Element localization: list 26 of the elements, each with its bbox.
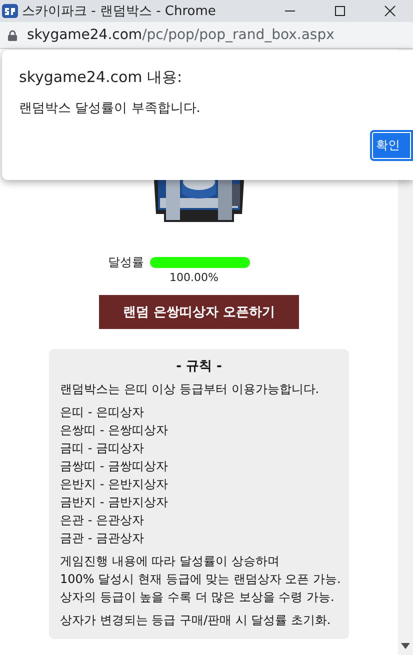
scroll-down-icon[interactable] xyxy=(401,643,410,649)
rule-text: 상자의 등급이 높을 수록 더 많은 보상을 수령 가능. xyxy=(60,589,336,606)
rule-text: 금관 - 금관상자 xyxy=(60,530,145,547)
dialog-title: skygame24.com 내용: xyxy=(19,68,182,87)
ok-button[interactable]: 확인 xyxy=(370,130,413,161)
rule-text: 은쌍띠 - 은쌍띠상자 xyxy=(60,422,169,439)
rule-text: 은반지 - 은반지상자 xyxy=(60,476,169,493)
rule-text: 은띠 - 은띠상자 xyxy=(60,404,145,421)
progress-label: 달성률 xyxy=(108,254,144,271)
dialog-message: 랜덤박스 달성률이 부족합니다. xyxy=(19,100,200,117)
logo-icon xyxy=(2,3,18,19)
close-icon xyxy=(384,5,396,17)
rule-text: 상자가 변경되는 등급 구매/판매 시 달성률 초기화. xyxy=(60,612,332,629)
rule-text: 금쌍띠 - 금쌍띠상자 xyxy=(60,458,169,475)
rules-title: - 규칙 - xyxy=(176,358,222,375)
rule-text: 게임진행 내용에 따라 달성률이 상승하며 xyxy=(60,553,280,570)
rule-text: 은관 - 은관상자 xyxy=(60,512,145,529)
rule-text: 100% 달성시 현재 등급에 맞는 랜덤상자 오픈 가능. xyxy=(60,571,338,588)
window-title: 스카이파크 - 랜덤박스 - Chrome xyxy=(22,3,217,20)
rule-text: 금띠 - 금띠상자 xyxy=(60,440,145,457)
progress-reading: 100.00% xyxy=(170,271,218,284)
lock-icon xyxy=(8,30,17,40)
open-box-button[interactable]: 랜덤 은쌍띠상자 오픈하기 xyxy=(99,295,299,329)
rule-text: 금반지 - 금반지상자 xyxy=(60,494,169,511)
maximize-icon xyxy=(334,5,346,17)
rule-text: 랜덤박스는 은띠 이상 등급부터 이용가능합니다. xyxy=(60,381,320,398)
